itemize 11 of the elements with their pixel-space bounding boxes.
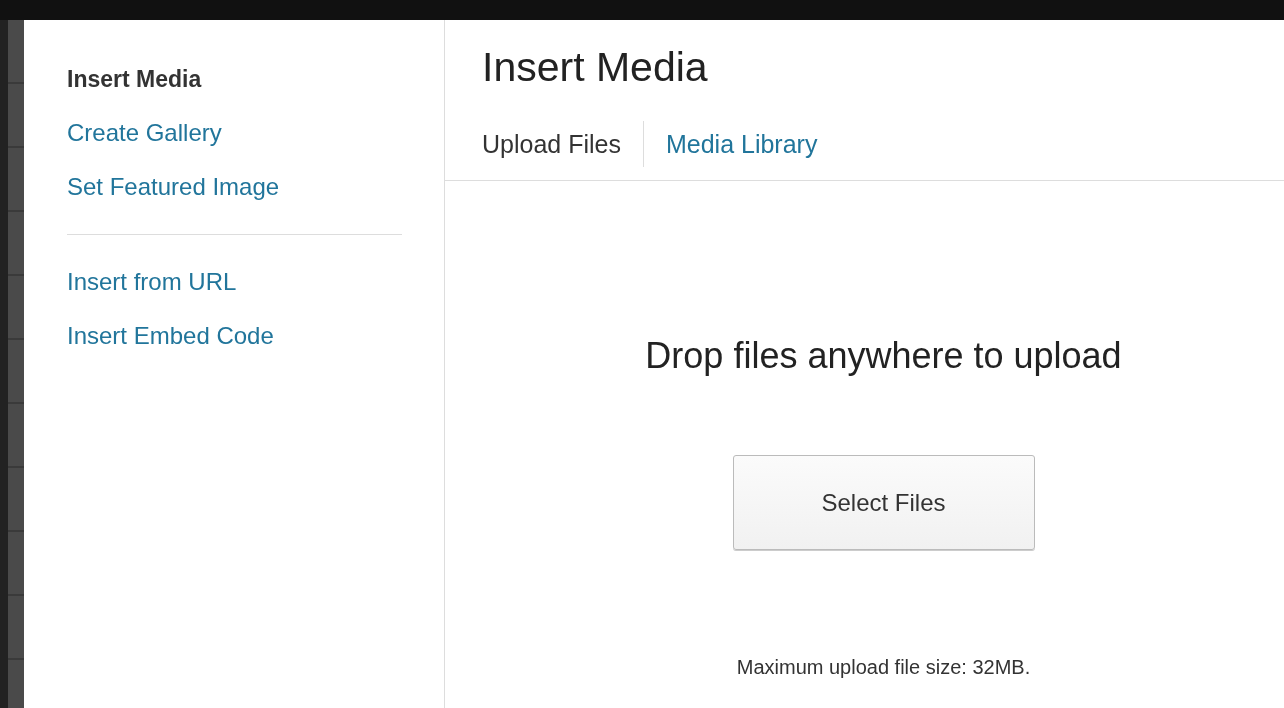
sidebar-item[interactable]: Create Gallery (67, 106, 222, 160)
select-files-button[interactable]: Select Files (732, 455, 1035, 550)
sidebar-item[interactable]: Insert Media (67, 52, 202, 106)
modal-title: Insert Media (482, 43, 709, 92)
sidebar-item[interactable]: Set Featured Image (67, 160, 280, 214)
sidebar-item[interactable]: Insert Embed Code (67, 309, 274, 363)
tab[interactable]: Upload Files (482, 129, 621, 167)
sidebar-item[interactable]: Insert from URL (67, 255, 237, 309)
upload-size-note: Maximum upload file size: 32MB. (736, 656, 1031, 679)
tab[interactable]: Media Library (665, 129, 818, 167)
drop-message: Drop files anywhere to upload (645, 335, 1122, 377)
